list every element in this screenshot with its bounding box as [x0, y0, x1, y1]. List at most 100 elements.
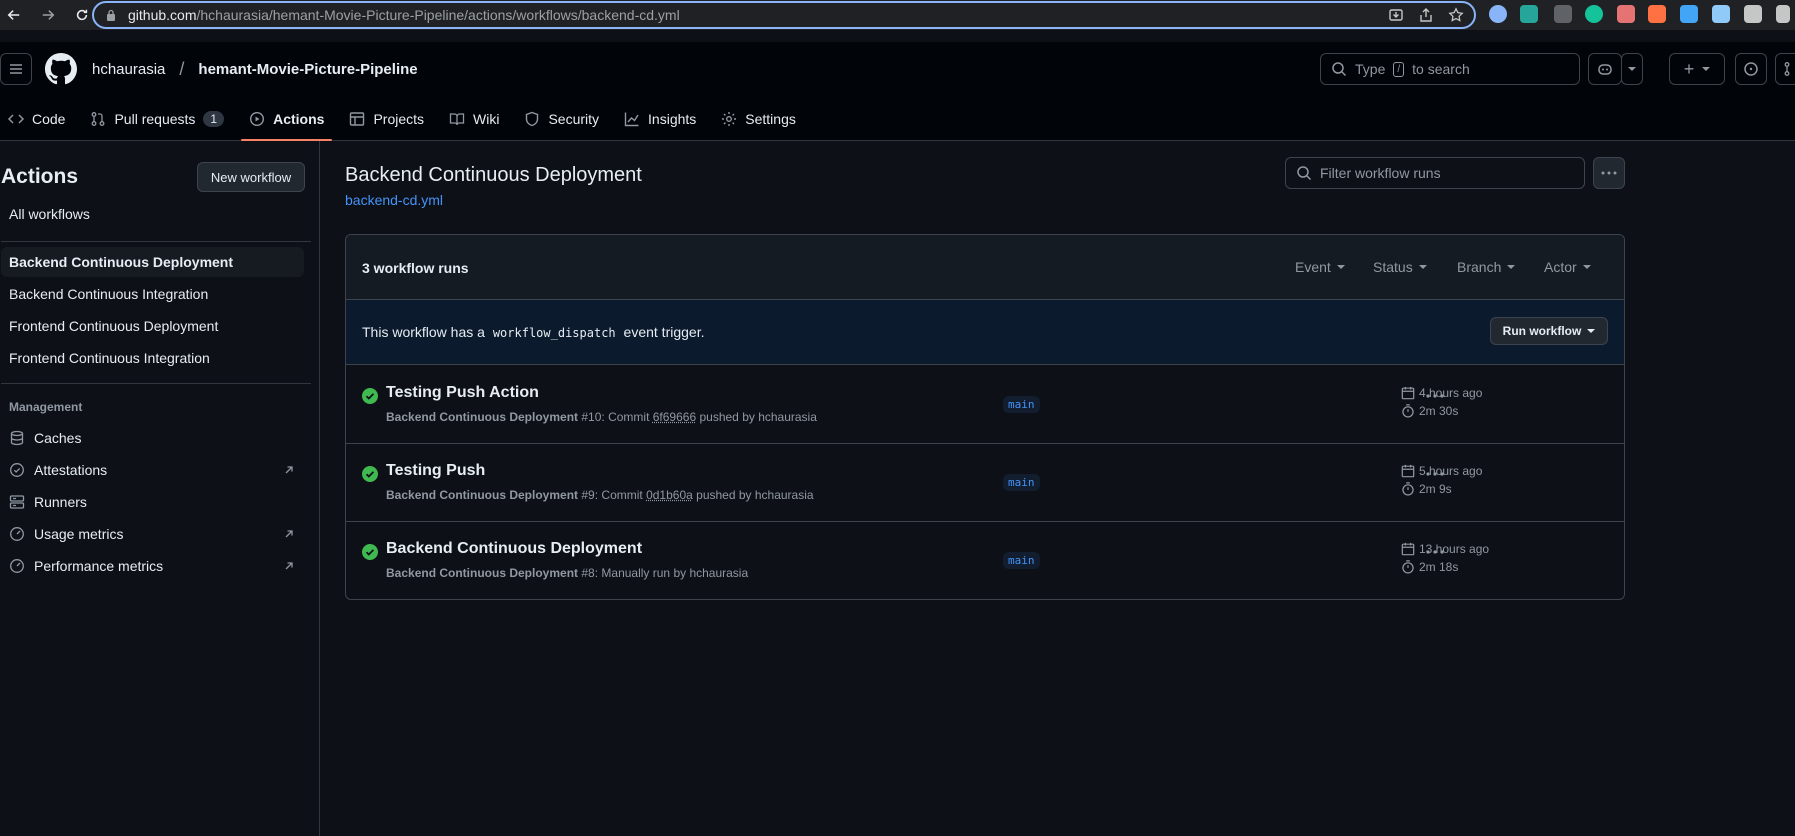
sidebar-item-performance-metrics[interactable]: Performance metrics: [1, 551, 304, 581]
chevron-down-icon: [1507, 265, 1516, 269]
sidebar-item-usage-metrics[interactable]: Usage metrics: [1, 519, 304, 549]
tab-wiki[interactable]: Wiki: [441, 97, 507, 141]
search-input[interactable]: Type / to search: [1320, 53, 1580, 85]
filter-actor-dropdown[interactable]: Actor: [1544, 259, 1591, 275]
extension-icon[interactable]: [1648, 5, 1666, 23]
stopwatch-icon: [1402, 482, 1414, 496]
github-logo-icon[interactable]: [45, 53, 77, 85]
kebab-horizontal-icon[interactable]: [1426, 472, 1444, 476]
branch-label[interactable]: main: [1003, 474, 1040, 491]
copilot-button[interactable]: [1588, 53, 1622, 85]
tab-insights[interactable]: Insights: [616, 97, 704, 141]
run-title-link[interactable]: Backend Continuous Deployment: [386, 540, 642, 558]
pull-request-icon: [92, 112, 105, 126]
tab-pull-requests[interactable]: Pull requests 1: [82, 97, 232, 141]
workflow-title: Backend Continuous Deployment: [345, 164, 642, 186]
sidebar-divider: [1, 241, 311, 242]
run-title-link[interactable]: Testing Push Action: [386, 384, 539, 402]
sidebar-item-label: Runners: [34, 494, 87, 510]
extension-icon[interactable]: [1585, 5, 1603, 23]
filter-event-dropdown[interactable]: Event: [1295, 259, 1345, 275]
run-duration: 2m 9s: [1401, 482, 1452, 496]
kebab-horizontal-icon[interactable]: [1426, 550, 1444, 554]
kebab-horizontal-icon[interactable]: [1426, 394, 1444, 398]
workflow-run-row[interactable]: Backend Continuous Deployment Backend Co…: [346, 522, 1624, 599]
share-icon[interactable]: [1418, 7, 1434, 23]
breadcrumb-separator: /: [179, 59, 185, 79]
sidebar-item-label: Usage metrics: [34, 526, 124, 542]
run-number: #8: [581, 566, 595, 580]
sidebar-item-workflow[interactable]: Backend Continuous Integration: [1, 279, 304, 309]
install-icon[interactable]: [1388, 7, 1404, 23]
extension-icon[interactable]: [1489, 5, 1507, 23]
copilot-dropdown-button[interactable]: [1621, 53, 1643, 85]
run-title-link[interactable]: Testing Push: [386, 462, 485, 480]
sidebar-item-label: Performance metrics: [34, 558, 164, 574]
run-description: Backend Continuous Deployment #10: Commi…: [386, 410, 817, 424]
extension-icon[interactable]: [1617, 5, 1635, 23]
sidebar-item-workflow[interactable]: Backend Continuous Deployment: [1, 247, 304, 277]
sidebar-item-workflow[interactable]: Frontend Continuous Integration: [1, 343, 304, 373]
tab-label: Actions: [273, 111, 325, 127]
pull-requests-button[interactable]: [1775, 53, 1795, 85]
extension-icon[interactable]: [1712, 5, 1730, 23]
extension-icon[interactable]: [1520, 5, 1538, 23]
run-workflow-label: Run workflow: [1502, 324, 1582, 338]
commit-link[interactable]: 0d1b60a: [646, 488, 693, 502]
runs-count: 3 workflow runs: [362, 260, 469, 276]
sidebar-item-attestations[interactable]: Attestations: [1, 455, 304, 485]
filter-label: Event: [1295, 259, 1331, 275]
forward-icon[interactable]: [36, 3, 60, 27]
tab-projects[interactable]: Projects: [341, 97, 432, 141]
branch-label[interactable]: main: [1003, 396, 1040, 413]
commit-link[interactable]: 6f69666: [653, 410, 696, 424]
search-icon: [1332, 62, 1347, 77]
workflow-run-row[interactable]: Testing Push Backend Continuous Deployme…: [346, 444, 1624, 522]
actions-sidebar: Actions New workflow All workflows Backe…: [0, 141, 320, 836]
sidebar-item-all-workflows[interactable]: All workflows: [1, 199, 304, 229]
tab-security[interactable]: Security: [516, 97, 607, 141]
workflow-menu-button[interactable]: [1593, 157, 1625, 189]
filter-workflow-runs-input[interactable]: Filter workflow runs: [1285, 157, 1585, 189]
new-workflow-button[interactable]: New workflow: [197, 162, 305, 192]
menu-icon[interactable]: [1776, 5, 1790, 23]
verified-icon: [9, 462, 25, 478]
create-new-button[interactable]: +: [1669, 53, 1725, 85]
extension-icon[interactable]: [1680, 5, 1698, 23]
run-workflow-button[interactable]: Run workflow: [1490, 317, 1608, 345]
owner-link[interactable]: hchaurasia: [92, 61, 165, 78]
management-heading: Management: [9, 400, 83, 414]
pull-requests-counter: 1: [203, 111, 225, 127]
address-bar[interactable]: github.com/hchaurasia/hemant-Movie-Pictu…: [92, 1, 1476, 29]
workflow-run-row[interactable]: Testing Push Action Backend Continuous D…: [346, 366, 1624, 444]
sidebar-item-caches[interactable]: Caches: [1, 423, 304, 453]
tab-label: Security: [548, 111, 600, 127]
run-time: 13 hours ago: [1401, 542, 1489, 556]
tab-actions[interactable]: Actions: [241, 97, 333, 141]
tab-label: Code: [32, 111, 66, 127]
sidebar-divider: [1, 383, 311, 384]
tab-settings[interactable]: Settings: [713, 97, 804, 141]
gear-icon: [722, 112, 737, 126]
sidebar-item-runners[interactable]: Runners: [1, 487, 304, 517]
sidebar-item-workflow[interactable]: Frontend Continuous Deployment: [1, 311, 304, 341]
repo-link[interactable]: hemant-Movie-Picture-Pipeline: [198, 61, 417, 78]
run-desc-prefix: : Commit: [601, 410, 650, 424]
filter-branch-dropdown[interactable]: Branch: [1457, 259, 1516, 275]
filter-status-dropdown[interactable]: Status: [1373, 259, 1427, 275]
bookmark-star-icon[interactable]: [1448, 7, 1464, 23]
reload-icon[interactable]: [70, 3, 94, 27]
workflow-file-link[interactable]: backend-cd.yml: [345, 192, 443, 208]
branch-label[interactable]: main: [1003, 552, 1040, 569]
issues-button[interactable]: [1735, 53, 1767, 85]
tab-code[interactable]: Code: [0, 97, 73, 141]
run-duration: 2m 30s: [1401, 404, 1458, 418]
puzzle-icon[interactable]: [1744, 5, 1762, 23]
back-icon[interactable]: [2, 3, 26, 27]
hamburger-menu-button[interactable]: [0, 53, 32, 85]
repo-header: hchaurasia / hemant-Movie-Picture-Pipeli…: [0, 42, 1795, 141]
extension-icon[interactable]: [1554, 5, 1572, 23]
search-shortcut-key: /: [1393, 61, 1405, 77]
graph-icon: [624, 112, 639, 127]
calendar-icon: [1401, 386, 1415, 400]
